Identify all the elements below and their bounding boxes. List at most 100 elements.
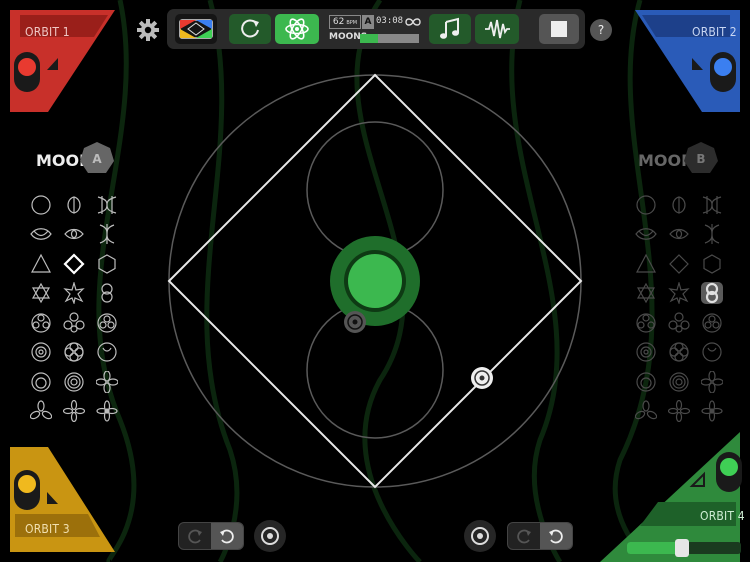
eight-petal-shape-button[interactable] (90, 397, 123, 427)
rotate-cw-icon (517, 529, 531, 544)
hexagon-shape-icon (702, 254, 721, 274)
center-planet[interactable] (348, 254, 402, 308)
eye-knot-shape-icon (634, 228, 657, 241)
orbit-2-panel[interactable] (630, 0, 750, 120)
ring-drop-shape-button[interactable] (629, 367, 662, 397)
trefoil-shape-button[interactable] (24, 397, 57, 427)
moon-a-shape-grid (24, 190, 123, 426)
swirl-ring-shape-button[interactable] (57, 367, 90, 397)
crescent-shape-icon (96, 342, 117, 362)
diamond-shape-button[interactable] (57, 249, 90, 279)
waveform-button[interactable] (475, 14, 519, 44)
triangle-shape-button[interactable] (24, 249, 57, 279)
crescent-shape-button[interactable] (695, 338, 728, 368)
trefoil-shape-icon (634, 400, 657, 420)
eye-knot-shape-button[interactable] (24, 220, 57, 250)
eye-shape-icon (668, 229, 689, 240)
eye-shape-button[interactable] (57, 220, 90, 250)
flower-shape-button[interactable] (57, 308, 90, 338)
rotate-ccw-icon (549, 529, 563, 544)
stop-button[interactable] (539, 14, 579, 44)
moon-b-badge[interactable]: B (683, 141, 719, 177)
moon-a-rotate-ccw-button[interactable] (211, 523, 243, 549)
bpm-unit: BPM (346, 20, 358, 26)
moon-a-rotate-cw-button[interactable] (179, 523, 211, 549)
eye-shape-button[interactable] (662, 220, 695, 250)
orbit-4-volume-slider[interactable] (627, 539, 741, 557)
orbit-1-toggle[interactable] (14, 52, 40, 92)
moon-a-focus-button[interactable] (254, 520, 286, 552)
rosette-shape-button[interactable] (24, 308, 57, 338)
hexagon-shape-button[interactable] (695, 249, 728, 279)
ring-loops-shape-button[interactable] (90, 308, 123, 338)
palette-button[interactable] (175, 14, 217, 44)
orbit-1-label: ORBIT 1 (25, 25, 70, 39)
hexagram-shape-icon (31, 283, 50, 304)
help-button[interactable]: ? (590, 19, 612, 41)
ring-drop-shape-icon (635, 372, 656, 392)
orbit-3-panel[interactable] (0, 442, 120, 562)
double-ring-shape-button[interactable] (695, 279, 728, 309)
orbit-1-panel[interactable] (0, 0, 120, 120)
orbit-4-slider-knob[interactable] (674, 539, 689, 557)
trefoil-shape-button[interactable] (629, 397, 662, 427)
loop-mode-button[interactable] (229, 14, 271, 44)
moon-b-rotate-cw-button[interactable] (508, 523, 540, 549)
orbit-3-toggle[interactable] (14, 470, 40, 510)
lens-pair-shape-button[interactable] (57, 190, 90, 220)
lens-pair-shape-button[interactable] (662, 190, 695, 220)
cross-flower-shape-button[interactable] (662, 397, 695, 427)
atom-icon (285, 18, 309, 40)
hexagram-shape-button[interactable] (629, 279, 662, 309)
moon-a-badge-letter: A (92, 152, 102, 166)
hexagram-shape-button[interactable] (24, 279, 57, 309)
hexagon-shape-button[interactable] (90, 249, 123, 279)
swirl-ring-shape-button[interactable] (662, 367, 695, 397)
bpm-value: 62 (332, 17, 345, 27)
target-icon (261, 527, 279, 545)
eight-petal-shape-button[interactable] (695, 397, 728, 427)
atom-mode-button[interactable] (275, 14, 319, 44)
moon-b-focus-button[interactable] (464, 520, 496, 552)
music-button[interactable] (429, 14, 471, 44)
lattice-shape-button[interactable] (695, 220, 728, 250)
lissajous-shape-button[interactable] (90, 190, 123, 220)
cross-flower-shape-button[interactable] (57, 397, 90, 427)
lattice-shape-button[interactable] (90, 220, 123, 250)
petal-flower-shape-button[interactable] (695, 367, 728, 397)
orbit-4-panel[interactable] (590, 420, 750, 562)
orbit-2-label: ORBIT 2 (692, 25, 737, 39)
ring-loops-shape-button[interactable] (695, 308, 728, 338)
gear-icon[interactable] (137, 19, 159, 41)
petal-flower-shape-button[interactable] (90, 367, 123, 397)
mandala-shape-button[interactable] (24, 338, 57, 368)
bpm-display[interactable]: 62 BPM (329, 15, 361, 29)
spiro-shape-button[interactable] (662, 338, 695, 368)
circle-shape-button[interactable] (629, 190, 662, 220)
star-shape-button[interactable] (662, 279, 695, 309)
flower-shape-button[interactable] (662, 308, 695, 338)
mandala-shape-button[interactable] (629, 338, 662, 368)
palette-icon (179, 19, 213, 39)
eye-knot-shape-button[interactable] (629, 220, 662, 250)
moon-a-badge[interactable]: A (79, 141, 115, 177)
triangle-shape-button[interactable] (629, 249, 662, 279)
crescent-shape-button[interactable] (90, 338, 123, 368)
eye-knot-shape-icon (29, 228, 52, 241)
diamond-shape-button[interactable] (662, 249, 695, 279)
spiro-shape-button[interactable] (57, 338, 90, 368)
star-shape-icon (62, 282, 85, 305)
double-ring-shape-button[interactable] (90, 279, 123, 309)
star-shape-button[interactable] (57, 279, 90, 309)
ring-drop-shape-icon (30, 372, 51, 392)
orbit-4-label: ORBIT 4 (700, 509, 745, 523)
lissajous-shape-button[interactable] (695, 190, 728, 220)
orbit-4-toggle[interactable] (716, 452, 742, 492)
moon-b-direction-control (507, 522, 573, 550)
rosette-shape-button[interactable] (629, 308, 662, 338)
circle-shape-button[interactable] (24, 190, 57, 220)
ring-drop-shape-button[interactable] (24, 367, 57, 397)
moon-b-rotate-ccw-button[interactable] (540, 523, 572, 549)
ring-loops-shape-icon (96, 313, 117, 333)
orbit-2-toggle[interactable] (710, 52, 736, 92)
